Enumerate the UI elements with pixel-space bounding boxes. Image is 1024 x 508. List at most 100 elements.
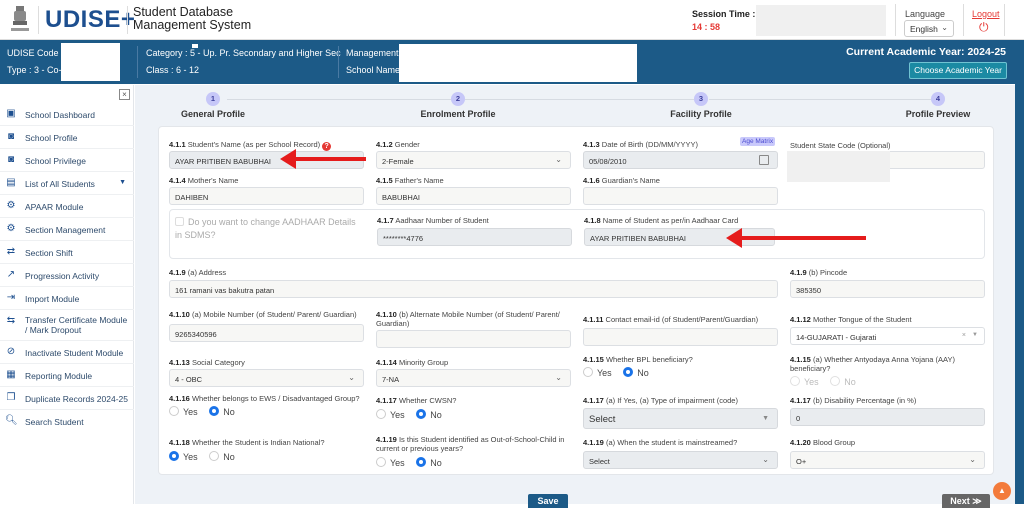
alt-mobile-field[interactable] bbox=[376, 330, 571, 348]
sidebar-item-import-module[interactable]: ⇥ Import Module bbox=[0, 287, 134, 310]
minority-group-select[interactable]: 7-NA ⌄ bbox=[376, 369, 571, 387]
step-1-label[interactable]: General Profile bbox=[153, 109, 273, 119]
impairment-type-value: Select bbox=[589, 414, 616, 425]
checkbox[interactable] bbox=[175, 217, 184, 226]
step-4-label[interactable]: Profile Preview bbox=[878, 109, 998, 119]
divider bbox=[895, 4, 896, 36]
minority-group-value: 7-NA bbox=[382, 375, 400, 384]
close-sidebar-icon[interactable]: × bbox=[119, 89, 130, 100]
sidebar-item-label: School Privilege bbox=[25, 156, 86, 166]
mainstreamed-select[interactable]: Select ⌄ bbox=[583, 451, 778, 469]
change-aadhaar-checkbox[interactable]: Do you want to change AADHAAR Details in… bbox=[175, 216, 360, 242]
sidebar-item-section-shift[interactable]: ⇄ Section Shift bbox=[0, 241, 134, 264]
ews-yes-radio[interactable]: Yes bbox=[169, 406, 198, 417]
address-field[interactable]: 161 ramani vas bakutra patan bbox=[169, 280, 778, 298]
step-2-number[interactable]: 2 bbox=[451, 92, 465, 106]
sidebar-item-label: Inactivate Student Module bbox=[25, 348, 124, 358]
language-value: English bbox=[910, 24, 938, 34]
sidebar-item-school-profile[interactable]: ◙ School Profile bbox=[0, 126, 134, 149]
out-of-school-no-radio[interactable]: No bbox=[416, 457, 442, 468]
impairment-type-select[interactable]: Select ▼ bbox=[583, 408, 778, 429]
choose-academic-year-button[interactable]: Choose Academic Year bbox=[909, 62, 1007, 79]
logout-link[interactable]: Logout bbox=[972, 9, 1000, 19]
sidebar-item-label: School Profile bbox=[25, 133, 78, 143]
guardian-name-field[interactable] bbox=[583, 187, 778, 205]
step-3-label[interactable]: Facility Profile bbox=[641, 109, 761, 119]
page-scrollbar[interactable] bbox=[1015, 40, 1024, 504]
power-icon[interactable]: ⏻ bbox=[979, 20, 989, 35]
divider bbox=[38, 6, 39, 34]
blood-group-select[interactable]: O+ ⌄ bbox=[790, 451, 985, 469]
mother-tongue-select[interactable]: 14-GUJARATI - Gujarati × ▼ bbox=[790, 327, 985, 345]
calendar-icon[interactable] bbox=[759, 155, 769, 165]
caret-down-icon: ▼ bbox=[119, 179, 126, 186]
aay-no-radio[interactable]: No bbox=[830, 376, 856, 387]
step-2-label[interactable]: Enrolment Profile bbox=[398, 109, 518, 119]
sidebar-item-label: List of All Students bbox=[25, 179, 95, 189]
dob-field[interactable]: 05/08/2010 bbox=[583, 151, 778, 169]
sidebar-item-school-dashboard[interactable]: ▣ School Dashboard bbox=[0, 103, 134, 126]
sidebar-item-search-student[interactable]: 🔍︎ Search Student bbox=[0, 410, 134, 433]
import-icon: ⇥ bbox=[6, 292, 16, 303]
school-category: Category : 5 - Up. Pr. Secondary and Hig… bbox=[146, 48, 341, 58]
mobile-field[interactable]: 9265340596 bbox=[169, 324, 364, 342]
cwsn-no-radio[interactable]: No bbox=[416, 409, 442, 420]
session-time-value: 14 : 58 bbox=[692, 22, 721, 32]
aadhaar-name-label: 4.1.8 Name of Student as per/in Aadhaar … bbox=[584, 216, 739, 225]
sidebar-item-progression-activity[interactable]: ↗ Progression Activity bbox=[0, 264, 134, 287]
current-academic-year: Current Academic Year: 2024-25 bbox=[846, 46, 1006, 58]
redacted-school-details bbox=[399, 44, 637, 82]
social-category-label: 4.1.13 Social Category bbox=[169, 358, 245, 367]
report-icon: ▦ bbox=[6, 369, 16, 380]
aay-yes-radio[interactable]: Yes bbox=[790, 376, 819, 387]
sidebar-item-reporting-module[interactable]: ▦ Reporting Module bbox=[0, 364, 134, 387]
out-of-school-yes-radio[interactable]: Yes bbox=[376, 457, 405, 468]
help-icon[interactable]: ? bbox=[322, 142, 332, 151]
sidebar-item-school-privilege[interactable]: ◙ School Privilege bbox=[0, 149, 134, 172]
step-4-number[interactable]: 4 bbox=[931, 92, 945, 106]
bpl-no-radio[interactable]: No bbox=[623, 367, 649, 378]
disability-percent-field[interactable]: 0 bbox=[790, 408, 985, 426]
sidebar-item-label: Import Module bbox=[25, 294, 80, 304]
clear-icon[interactable]: × bbox=[962, 332, 966, 339]
top-bar: UDISE+ Student Database Management Syste… bbox=[0, 0, 1024, 40]
scroll-to-top-icon[interactable]: ▲ bbox=[993, 482, 1011, 500]
sidebar: × ▣ School Dashboard ◙ School Profile ◙ Sch… bbox=[0, 85, 134, 504]
step-3-number[interactable]: 3 bbox=[694, 92, 708, 106]
bpl-yes-radio[interactable]: Yes bbox=[583, 367, 612, 378]
indian-national-yes-radio[interactable]: Yes bbox=[169, 451, 198, 462]
indian-national-no-radio[interactable]: No bbox=[209, 451, 235, 462]
sidebar-item-list-of-all-students[interactable]: ▤ List of All Students ▼ bbox=[0, 172, 134, 195]
gender-select[interactable]: 2-Female ⌄ bbox=[376, 151, 571, 169]
sidebar-item-label: Duplicate Records 2024-25 bbox=[25, 394, 129, 404]
save-button[interactable]: Save bbox=[528, 494, 568, 508]
pincode-field[interactable]: 385350 bbox=[790, 280, 985, 298]
step-1-number[interactable]: 1 bbox=[206, 92, 220, 106]
language-select[interactable]: English ⌄ bbox=[904, 20, 954, 37]
sidebar-item-apaar-module[interactable]: ⚙ APAAR Module bbox=[0, 195, 134, 218]
father-name-field[interactable]: BABUBHAI bbox=[376, 187, 571, 205]
general-profile-form: 4.1.1 Student's Name (as per School Reco… bbox=[158, 126, 994, 475]
sidebar-item-inactivate-student[interactable]: ⊘ Inactivate Student Module bbox=[0, 341, 134, 364]
national-emblem-icon bbox=[11, 6, 29, 31]
next-button[interactable]: Next ≫ bbox=[942, 494, 990, 508]
email-field[interactable] bbox=[583, 328, 778, 346]
aadhaar-number-field[interactable]: ********4776 bbox=[377, 228, 572, 246]
step-connector bbox=[709, 99, 931, 100]
divider bbox=[1004, 4, 1005, 36]
cwsn-yes-radio[interactable]: Yes bbox=[376, 409, 405, 420]
ews-no-radio[interactable]: No bbox=[209, 406, 235, 417]
cwsn-radio-group: Yes No bbox=[376, 409, 451, 420]
sidebar-item-section-management[interactable]: ⚙ Section Management bbox=[0, 218, 134, 241]
age-matrix-badge[interactable]: Age Matrix bbox=[740, 137, 776, 146]
sidebar-item-duplicate-records[interactable]: ❐ Duplicate Records 2024-25 bbox=[0, 387, 134, 410]
sidebar-item-transfer-certificate[interactable]: ⇆ Transfer Certificate Module / Mark Drop… bbox=[0, 310, 134, 341]
gender-value: 2-Female bbox=[382, 157, 414, 166]
out-of-school-label: 4.1.19 Is this Student identified as Out… bbox=[376, 435, 565, 453]
aay-radio-group: Yes No bbox=[790, 376, 865, 387]
aadhaar-number-label: 4.1.7 Aadhaar Number of Student bbox=[377, 216, 489, 225]
mother-name-field[interactable]: DAHIBEN bbox=[169, 187, 364, 205]
social-category-select[interactable]: 4 - OBC ⌄ bbox=[169, 369, 364, 387]
bpl-radio-group: Yes No bbox=[583, 367, 658, 378]
indian-national-label: 4.1.18 Whether the Student is Indian Nat… bbox=[169, 438, 325, 447]
